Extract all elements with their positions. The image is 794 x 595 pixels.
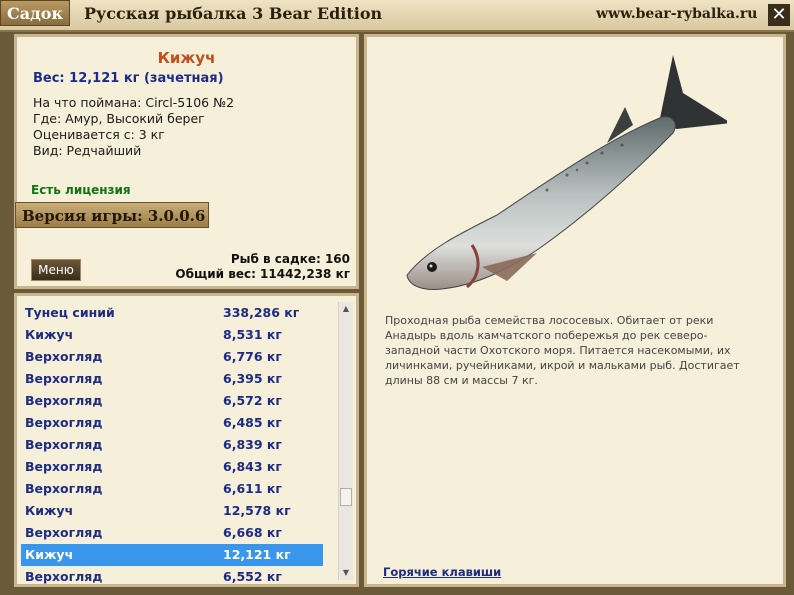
list-row[interactable]: Верхогляд 6,668 кг	[21, 522, 323, 544]
list-row-weight: 6,395 кг	[223, 371, 282, 386]
list-row-weight: 6,572 кг	[223, 393, 282, 408]
list-row[interactable]: Верхогляд 6,843 кг	[21, 456, 323, 478]
rarity-info: Вид: Редчайший	[33, 143, 142, 158]
hotkeys-link[interactable]: Горячие клавиши	[383, 565, 501, 579]
list-row-fish-name: Верхогляд	[25, 525, 103, 540]
list-row-weight: 6,843 кг	[223, 459, 282, 474]
list-row[interactable]: Верхогляд 6,611 кг	[21, 478, 323, 500]
tab-sadok[interactable]: Садок	[0, 0, 70, 26]
list-row-fish-name: Верхогляд	[25, 481, 103, 496]
list-row-weight: 6,611 кг	[223, 481, 282, 496]
list-row-fish-name: Кижуч	[25, 327, 74, 342]
list-row[interactable]: Верхогляд 6,776 кг	[21, 346, 323, 368]
list-row[interactable]: Кижуч 12,121 кг	[21, 544, 323, 566]
close-button[interactable]: ✕	[768, 4, 790, 26]
scroll-thumb[interactable]	[340, 488, 352, 506]
list-row-fish-name: Кижуч	[25, 547, 74, 562]
list-row-fish-name: Верхогляд	[25, 459, 103, 474]
total-weight: Общий вес: 11442,238 кг	[175, 267, 350, 281]
list-row-weight: 6,839 кг	[223, 437, 282, 452]
list-row[interactable]: Тунец синий 338,286 кг	[21, 302, 323, 324]
license-status: Есть лицензия	[31, 183, 131, 197]
list-row-fish-name: Верхогляд	[25, 393, 103, 408]
list-row[interactable]: Кижуч 12,578 кг	[21, 500, 323, 522]
value-info: Оценивается с: 3 кг	[33, 127, 165, 142]
list-row-weight: 8,531 кг	[223, 327, 282, 342]
list-row-fish-name: Верхогляд	[25, 415, 103, 430]
catch-list: Тунец синий 338,286 кг Кижуч 8,531 кг Верхог…	[21, 302, 323, 588]
list-row[interactable]: Верхогляд 6,485 кг	[21, 412, 323, 434]
title-bar: Садок Русская рыбалка 3 Bear Edition www…	[0, 0, 794, 32]
list-row[interactable]: Кижуч 8,531 кг	[21, 324, 323, 346]
catch-list-panel: Тунец синий 338,286 кг Кижуч 8,531 кг Верхог…	[14, 293, 359, 587]
list-row-fish-name: Верхогляд	[25, 437, 103, 452]
list-row-weight: 6,776 кг	[223, 349, 282, 364]
fish-weight: Вес: 12,121 кг (зачетная)	[33, 71, 224, 86]
bait-info: На что поймана: Circl-5106 №2	[33, 95, 235, 110]
list-row-fish-name: Верхогляд	[25, 371, 103, 386]
list-row[interactable]: Верхогляд 6,395 кг	[21, 368, 323, 390]
list-row-fish-name: Верхогляд	[25, 569, 103, 584]
list-row-weight: 338,286 кг	[223, 305, 300, 320]
fish-name: Кижуч	[157, 49, 216, 67]
list-row-weight: 12,121 кг	[223, 547, 291, 562]
list-row[interactable]: Верхогляд 6,839 кг	[21, 434, 323, 456]
fish-count: Рыб в садке: 160	[230, 252, 350, 266]
fish-description: Проходная рыба семейства лососевых. Обит…	[385, 314, 740, 387]
list-row[interactable]: Верхогляд 6,572 кг	[21, 390, 323, 412]
list-row-fish-name: Тунец синий	[25, 305, 115, 320]
list-row-weight: 6,668 кг	[223, 525, 282, 540]
list-row-weight: 6,485 кг	[223, 415, 282, 430]
scroll-up-icon[interactable]: ▲	[339, 302, 353, 316]
fish-detail-panel: Проходная рыба семейства лососевых. Обит…	[364, 34, 786, 587]
list-row-fish-name: Кижуч	[25, 503, 74, 518]
location-info: Где: Амур, Высокий берег	[33, 111, 205, 126]
list-row-weight: 6,552 кг	[223, 569, 282, 584]
version-badge: Версия игры: 3.0.0.6	[15, 202, 209, 228]
list-row-fish-name: Верхогляд	[25, 349, 103, 364]
site-url[interactable]: www.bear-rybalka.ru	[596, 6, 757, 22]
list-row[interactable]: Верхогляд 6,552 кг	[21, 566, 323, 588]
menu-button[interactable]: Меню	[31, 259, 81, 281]
app-title: Русская рыбалка 3 Bear Edition	[84, 4, 383, 23]
fish-info-panel: Кижуч Вес: 12,121 кг (зачетная) На что п…	[14, 34, 359, 289]
list-row-weight: 12,578 кг	[223, 503, 291, 518]
list-scrollbar[interactable]: ▲ ▼	[338, 302, 353, 580]
salmon-fish-image	[406, 55, 727, 290]
scroll-down-icon[interactable]: ▼	[339, 566, 353, 580]
